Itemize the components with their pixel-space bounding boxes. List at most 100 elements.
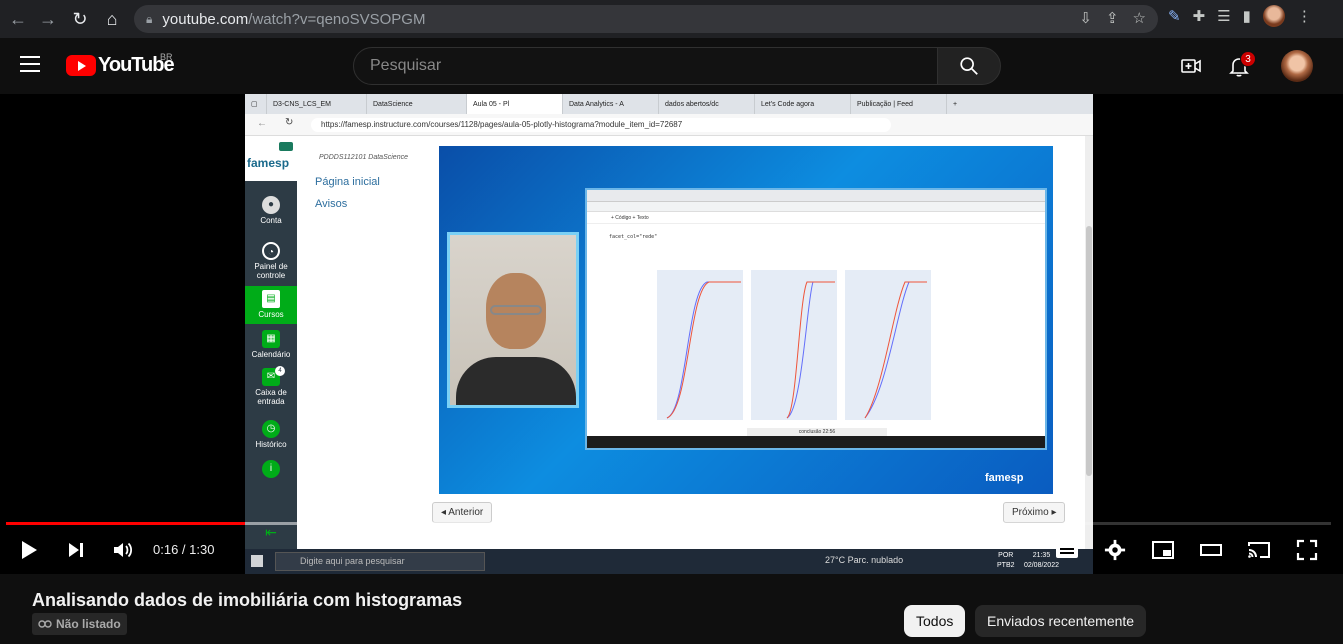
puzzle-icon[interactable]: ✚	[1193, 7, 1206, 25]
forward-arrow-icon[interactable]: →	[32, 3, 64, 35]
sidebar-item-courses: ▤ Cursos	[245, 286, 297, 324]
volume-icon	[114, 542, 133, 558]
country-code: BR	[160, 52, 173, 62]
new-tab-icon: +	[953, 100, 958, 108]
back-arrow-icon[interactable]: ←	[2, 3, 34, 35]
search-icon	[960, 57, 978, 75]
link-icon	[38, 620, 52, 628]
recorded-tab: Let's Code agora	[755, 94, 851, 114]
collapse-sidebar-icon: ⇤	[265, 524, 277, 540]
progress-bar[interactable]	[6, 522, 1331, 525]
slide-brand: famesp	[985, 472, 1024, 484]
profile-avatar[interactable]	[1262, 5, 1285, 27]
create-video-icon[interactable]	[1179, 54, 1203, 78]
video-title: Analisando dados de imobiliária com hist…	[32, 590, 463, 610]
home-icon[interactable]: ⌂	[96, 3, 128, 35]
visibility-badge: Não listado	[32, 613, 127, 635]
captions-button[interactable]	[1054, 538, 1080, 562]
course-nav-home: Página inicial	[315, 176, 380, 188]
recorded-tab: dados abertos/dc	[659, 94, 755, 114]
recorded-tab: D3-CNS_LCS_EM	[267, 94, 367, 114]
colab-toolbar: + Código + Texto	[587, 212, 1045, 224]
inbox-badge: 4	[275, 366, 285, 376]
recorded-weather: 27°C Parc. nublado	[825, 555, 904, 565]
theater-mode-button[interactable]	[1198, 538, 1224, 562]
clock-icon: ◷	[262, 420, 280, 438]
progress-played	[6, 522, 245, 525]
tab-actions-icon: ▢	[245, 94, 267, 114]
url-host: youtube.com	[162, 10, 249, 28]
next-video-button[interactable]	[64, 538, 88, 562]
recorded-tab: Data Analytics - A	[563, 94, 659, 114]
recorded-url: https://famesp.instructure.com/courses/1…	[311, 118, 891, 132]
book-icon: ▤	[262, 290, 280, 308]
lock-icon: 🔒︎	[146, 11, 153, 26]
side-panel-icon[interactable]: ▮	[1243, 7, 1251, 25]
info-icon: i	[262, 460, 280, 478]
miniplayer-icon	[1152, 541, 1174, 559]
theater-icon	[1200, 544, 1222, 556]
gear-icon	[1104, 539, 1126, 561]
cast-button[interactable]	[1246, 538, 1272, 562]
previous-page-button: ◂ Anterior	[432, 502, 493, 523]
sidebar-item-dashboard: ◔ Painel de controle	[245, 242, 297, 280]
sidebar-item-history: ◷ Histórico	[245, 420, 297, 449]
browser-toolbar: ← → ↻ ⌂ 🔒︎ youtube.com/watch?v=qenoSVSOP…	[0, 0, 1343, 38]
fullscreen-button[interactable]	[1294, 538, 1320, 562]
recorded-windows-search: Digite aqui para pesquisar	[275, 552, 485, 571]
skip-next-icon	[69, 543, 83, 557]
cast-icon	[1248, 542, 1270, 558]
ecdf-facet-plot	[657, 270, 931, 420]
dashboard-icon: ◔	[262, 242, 280, 260]
menu-kebab-icon[interactable]: ⋮	[1297, 7, 1312, 25]
volume-button[interactable]	[111, 538, 135, 562]
menu-icon[interactable]	[20, 56, 40, 72]
next-page-button: Próximo ▸	[1003, 502, 1066, 523]
recorded-tab: Aula 05 - Pl	[467, 94, 563, 114]
reload-icon[interactable]: ↻	[64, 3, 96, 35]
user-icon: ●	[262, 196, 280, 214]
sidebar-item-more: i	[245, 460, 297, 480]
sidebar-item-account: ● Conta	[245, 196, 297, 225]
windows-start-icon	[251, 555, 263, 567]
star-icon[interactable]: ☆	[1133, 9, 1146, 27]
search-placeholder: Pesquisar	[370, 57, 442, 74]
course-nav-announcements: Avisos	[315, 198, 348, 210]
share-icon[interactable]: ⇪	[1106, 9, 1119, 27]
captions-icon	[1056, 542, 1078, 558]
address-bar[interactable]: 🔒︎ youtube.com/watch?v=qenoSVSOPGM ⇩ ⇪ ☆	[134, 5, 1158, 33]
recorded-address-bar: ← ↻ https://famesp.instructure.com/cours…	[245, 114, 1093, 136]
course-code: PDDDS112101 DataScience	[319, 154, 408, 161]
recorded-back-icon: ←	[257, 118, 267, 129]
presenter-webcam	[447, 232, 579, 408]
search-input[interactable]: Pesquisar	[353, 47, 938, 85]
recorded-language: POR PTB2	[997, 552, 1015, 569]
video-player[interactable]: ▢ D3-CNS_LCS_EM DataScience Aula 05 - Pl…	[0, 94, 1343, 574]
chip-all[interactable]: Todos	[904, 605, 966, 637]
url-path: /watch?v=qenoSVSOPGM	[248, 10, 426, 28]
fullscreen-icon	[1296, 539, 1318, 561]
sidebar-item-inbox: ✉ Caixa de entrada 4	[255, 366, 287, 406]
pen-extension-icon[interactable]: ✎	[1168, 7, 1181, 25]
famesp-logo: famesp	[245, 136, 297, 181]
miniplayer-button[interactable]	[1150, 538, 1176, 562]
recorded-windows-taskbar: Digite aqui para pesquisar 27°C Parc. nu…	[245, 549, 1093, 574]
recorded-tab: Publicação | Feed	[851, 94, 947, 114]
sidebar-item-calendar: ▦ Calendário	[245, 330, 297, 359]
colab-code: facet_col="rede"	[609, 234, 658, 240]
calendar-icon: ▦	[262, 330, 280, 348]
colab-screenshot: + Código + Texto facet_col="rede" conclu…	[585, 188, 1047, 450]
time-display: 0:16 / 1:30	[153, 542, 215, 557]
chip-recently-uploaded[interactable]: Enviados recentemente	[975, 605, 1147, 637]
recorded-reload-icon: ↻	[285, 117, 294, 128]
search-button[interactable]	[937, 47, 1001, 85]
settings-button[interactable]	[1102, 538, 1128, 562]
youtube-header: YouTube BR Pesquisar 3	[0, 38, 1343, 94]
install-icon[interactable]: ⇩	[1079, 9, 1092, 27]
youtube-logo[interactable]: YouTube	[66, 54, 175, 77]
play-button[interactable]	[16, 538, 42, 562]
visibility-label: Não listado	[56, 617, 121, 631]
avatar[interactable]	[1281, 50, 1313, 82]
reading-list-icon[interactable]: ☰	[1217, 7, 1230, 25]
video-frame: ▢ D3-CNS_LCS_EM DataScience Aula 05 - Pl…	[245, 94, 1093, 574]
